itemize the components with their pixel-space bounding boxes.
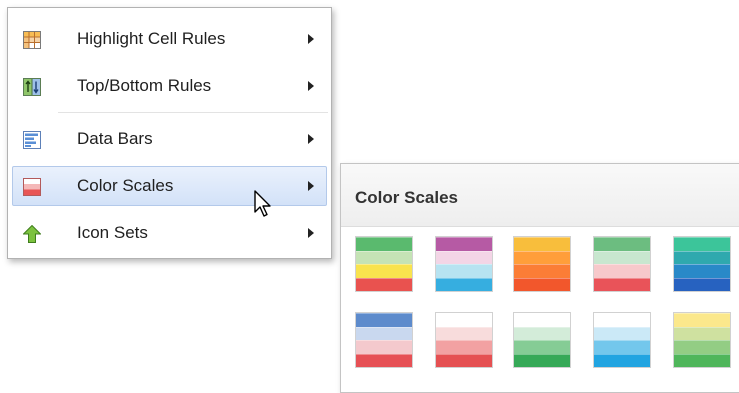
- swatch-band: [514, 340, 570, 354]
- swatch-band: [594, 237, 650, 251]
- swatch-band: [674, 326, 730, 340]
- swatch-band: [356, 353, 412, 367]
- submenu-arrow-icon: [308, 34, 314, 44]
- color-scale-swatch-8[interactable]: [513, 312, 571, 368]
- menu-item-label: Highlight Cell Rules: [77, 29, 226, 48]
- color-scale-swatch-4[interactable]: [593, 236, 651, 292]
- color-scales-icon: [23, 178, 41, 196]
- swatch-band: [514, 313, 570, 327]
- submenu-arrow-icon: [308, 181, 314, 191]
- swatch-band: [674, 250, 730, 264]
- menu-item-label: Top/Bottom Rules: [77, 76, 212, 95]
- swatch-band: [356, 313, 412, 327]
- data-bars-icon: [23, 131, 41, 149]
- swatch-band: [356, 250, 412, 264]
- swatch-band: [356, 277, 412, 291]
- swatch-band: [356, 340, 412, 354]
- swatch-band: [674, 353, 730, 367]
- swatch-band: [436, 353, 492, 367]
- menu-item-label: Icon Sets: [77, 223, 148, 242]
- icon-sets-icon: [23, 225, 41, 243]
- swatch-band: [436, 237, 492, 251]
- menu-separator: [58, 112, 328, 113]
- color-scale-swatch-6[interactable]: [355, 312, 413, 368]
- color-scale-swatch-1[interactable]: [355, 236, 413, 292]
- swatch-band: [674, 277, 730, 291]
- top-bottom-rules-icon: [23, 78, 41, 96]
- swatch-band: [594, 313, 650, 327]
- swatch-band: [514, 250, 570, 264]
- swatch-band: [514, 237, 570, 251]
- color-scale-swatch-7[interactable]: [435, 312, 493, 368]
- swatch-band: [356, 326, 412, 340]
- menu-item-label: Color Scales: [77, 176, 174, 195]
- swatch-band: [436, 313, 492, 327]
- swatch-band: [356, 237, 412, 251]
- swatch-band: [436, 250, 492, 264]
- swatch-band: [594, 264, 650, 278]
- highlight-cell-rules-icon: [23, 31, 41, 49]
- swatch-band: [514, 264, 570, 278]
- menu-item-label: Data Bars: [77, 129, 153, 148]
- submenu-title: Color Scales: [355, 188, 458, 207]
- swatch-band: [514, 326, 570, 340]
- swatch-band: [436, 340, 492, 354]
- swatch-band: [436, 264, 492, 278]
- color-scale-swatch-3[interactable]: [513, 236, 571, 292]
- color-scale-swatch-2[interactable]: [435, 236, 493, 292]
- menu-item-data-bars[interactable]: Data Bars: [12, 119, 327, 159]
- swatch-band: [594, 340, 650, 354]
- mouse-pointer-icon: [254, 190, 271, 217]
- menu-item-highlight-cell-rules[interactable]: Highlight Cell Rules: [12, 19, 327, 59]
- swatch-band: [594, 277, 650, 291]
- menu-item-color-scales[interactable]: Color Scales: [12, 166, 327, 206]
- color-scale-swatch-5[interactable]: [673, 236, 731, 292]
- color-scales-submenu: Color Scales: [340, 163, 739, 393]
- swatch-band: [594, 353, 650, 367]
- submenu-header: Color Scales: [341, 164, 739, 227]
- swatch-band: [594, 250, 650, 264]
- color-scale-swatch-10[interactable]: [673, 312, 731, 368]
- swatch-band: [594, 326, 650, 340]
- swatch-band: [514, 277, 570, 291]
- submenu-arrow-icon: [308, 134, 314, 144]
- swatch-band: [436, 277, 492, 291]
- conditional-formatting-menu: Highlight Cell Rules Top/Bottom Rules Da…: [7, 7, 332, 259]
- color-scale-swatch-9[interactable]: [593, 312, 651, 368]
- swatch-band: [674, 340, 730, 354]
- swatch-band: [674, 313, 730, 327]
- swatch-band: [356, 264, 412, 278]
- swatch-band: [436, 326, 492, 340]
- swatch-band: [514, 353, 570, 367]
- menu-item-icon-sets[interactable]: Icon Sets: [12, 213, 327, 253]
- submenu-arrow-icon: [308, 81, 314, 91]
- swatch-band: [674, 237, 730, 251]
- submenu-arrow-icon: [308, 228, 314, 238]
- swatch-band: [674, 264, 730, 278]
- menu-item-top-bottom-rules[interactable]: Top/Bottom Rules: [12, 66, 327, 106]
